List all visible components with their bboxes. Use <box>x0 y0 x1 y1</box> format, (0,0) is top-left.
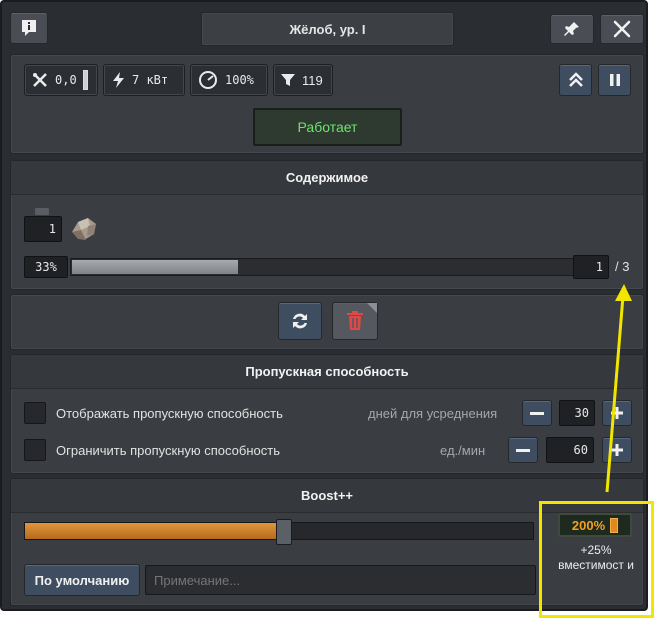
limit-decrement[interactable] <box>508 437 538 463</box>
fill-bar-track <box>70 258 574 276</box>
default-button[interactable]: По умолчанию <box>24 564 140 596</box>
boost-slider-fill <box>25 523 284 539</box>
delete-button[interactable] <box>332 302 378 340</box>
throughput-header: Пропускная способность <box>11 355 643 389</box>
pin-button[interactable] <box>550 14 594 44</box>
heat-stat: 0,0 <box>24 64 98 96</box>
collapse-button[interactable] <box>559 64 592 96</box>
slot-count: 1 <box>24 216 62 242</box>
averaging-days-decrement[interactable] <box>522 400 552 426</box>
boost-slider-track[interactable] <box>24 519 534 545</box>
delete-corner-mark <box>367 303 377 313</box>
note-input[interactable] <box>145 565 536 595</box>
crossed-tools-icon <box>33 73 47 87</box>
heat-gauge-bar <box>82 70 88 90</box>
contents-header: Содержимое <box>11 161 643 195</box>
actions-panel <box>10 294 644 350</box>
ore-item-icon[interactable] <box>66 208 102 244</box>
info-button[interactable] <box>10 12 48 44</box>
pin-icon <box>564 22 579 36</box>
heat-value: 0,0 <box>55 73 77 87</box>
filter-value: 119 <box>302 72 323 88</box>
units-per-min-label: ед./мин <box>440 443 486 458</box>
item-slot[interactable]: 1 <box>24 208 62 242</box>
limit-throughput-label: Ограничить пропускную способность <box>56 443 280 458</box>
working-status: Работает <box>253 108 402 146</box>
annotation-highlight-box <box>539 501 654 618</box>
title-bar: Жёлоб, ур. I <box>201 12 454 46</box>
pause-icon <box>609 74 620 86</box>
window-title: Жёлоб, ур. I <box>289 21 366 37</box>
show-throughput-checkbox[interactable] <box>24 402 46 424</box>
filter-stat: 119 <box>273 64 333 96</box>
minus-icon <box>530 411 544 415</box>
refresh-icon <box>293 313 307 329</box>
lightning-icon <box>113 72 124 88</box>
annotation-arrow <box>605 284 632 493</box>
trash-icon <box>347 311 363 330</box>
show-throughput-label: Отображать пропускную способность <box>56 406 283 421</box>
speed-stat: 100% <box>190 64 268 96</box>
minus-icon <box>516 448 530 452</box>
limit-throughput-checkbox[interactable] <box>24 439 46 461</box>
boost-slider-thumb[interactable] <box>276 519 292 545</box>
slot-tab <box>35 208 49 215</box>
close-icon <box>613 20 631 38</box>
speed-value: 100% <box>225 73 254 87</box>
gauge-icon <box>199 71 217 89</box>
close-button[interactable] <box>600 14 644 44</box>
limit-input[interactable]: 60 <box>546 437 594 463</box>
refresh-button[interactable] <box>278 302 322 340</box>
info-icon <box>22 20 36 36</box>
fill-bar-fill <box>72 260 238 274</box>
power-stat: 7 кВт <box>103 64 185 96</box>
fill-percent: 33% <box>24 256 68 278</box>
filter-icon <box>281 74 295 86</box>
double-chevron-up-icon <box>568 72 583 87</box>
slot-limit-max: / 3 <box>615 259 630 274</box>
pause-button[interactable] <box>598 64 631 96</box>
working-status-text: Работает <box>297 119 358 135</box>
slot-limit-input[interactable]: 1 <box>573 255 609 279</box>
power-value: 7 кВт <box>132 73 169 87</box>
averaging-days-label: дней для усреднения <box>368 406 498 421</box>
